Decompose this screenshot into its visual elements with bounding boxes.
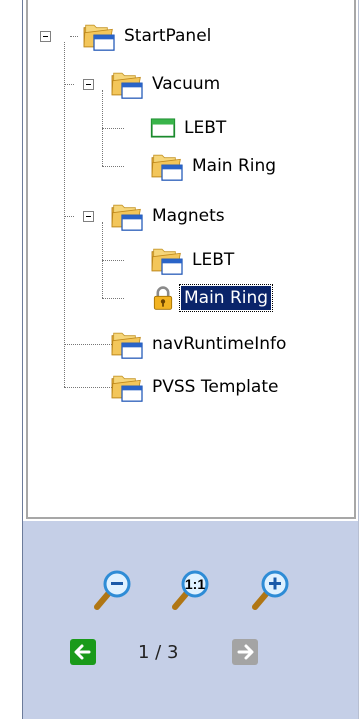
tree-item-label: PVSS Template (152, 377, 279, 397)
next-page-button[interactable] (232, 639, 258, 665)
folder-window-icon (110, 372, 144, 402)
plus-glyph-v (273, 577, 277, 590)
collapse-toggle-startpanel[interactable] (40, 31, 51, 42)
tree-connector-line (102, 166, 124, 167)
page-indicator: 1 / 3 (138, 642, 179, 663)
zoom-in-button[interactable] (249, 567, 293, 611)
tree-item-vacuum-lebt[interactable]: LEBT (150, 113, 229, 143)
folder-window-icon (110, 69, 144, 99)
tree-connector-line (64, 216, 74, 217)
tree-item-label: Main Ring (192, 156, 277, 176)
collapse-toggle-vacuum[interactable] (83, 79, 94, 90)
folder-window-icon (110, 201, 144, 231)
window-green-icon (150, 116, 176, 140)
tree-item-vacuum-main-ring[interactable]: Main Ring (150, 151, 279, 181)
tree-item-label: Main Ring (178, 284, 274, 312)
navigation-toolbar: 1:1 1 / 3 (23, 521, 358, 719)
tree-item-vacuum[interactable]: Vacuum (110, 69, 223, 99)
tree-item-label: Magnets (152, 206, 225, 226)
actual-size-label: 1:1 (185, 576, 205, 592)
folder-window-icon (110, 329, 144, 359)
actual-size-button[interactable]: 1:1 (169, 567, 213, 611)
tree-item-magnets-main-ring[interactable]: Main Ring (150, 283, 274, 313)
tree-connector-line (102, 128, 124, 129)
tree-connector-line (70, 36, 78, 37)
tree-item-pvss-template[interactable]: PVSS Template (110, 372, 281, 402)
tree-connector-line (102, 260, 124, 261)
tree-item-label: navRuntimeInfo (152, 334, 287, 354)
tree-connector-line (64, 42, 65, 387)
prev-page-button[interactable] (70, 639, 96, 665)
tree-item-startpanel[interactable]: StartPanel (82, 21, 214, 51)
folder-window-icon (82, 21, 116, 51)
tree-item-nav-runtime-info[interactable]: navRuntimeInfo (110, 329, 289, 359)
folder-window-icon (150, 151, 184, 181)
tree-connector-line (102, 298, 124, 299)
folder-window-icon (150, 245, 184, 275)
minus-glyph (111, 582, 123, 585)
tree-item-label: LEBT (184, 118, 227, 138)
tree-connector-line (64, 84, 74, 85)
tree-item-label: LEBT (192, 250, 235, 270)
tree-item-magnets[interactable]: Magnets (110, 201, 228, 231)
lock-icon (150, 285, 176, 311)
tree-item-label: Vacuum (152, 74, 221, 94)
panel-tree[interactable]: StartPanel Vacuum LEBT Main Ring Magnets… (26, 0, 356, 519)
collapse-toggle-magnets[interactable] (83, 211, 94, 222)
zoom-out-button[interactable] (91, 567, 135, 611)
tree-connector-line (64, 387, 112, 388)
tree-item-magnets-lebt[interactable]: LEBT (150, 245, 237, 275)
tree-connector-line (64, 344, 112, 345)
tree-item-label: StartPanel (124, 26, 212, 46)
